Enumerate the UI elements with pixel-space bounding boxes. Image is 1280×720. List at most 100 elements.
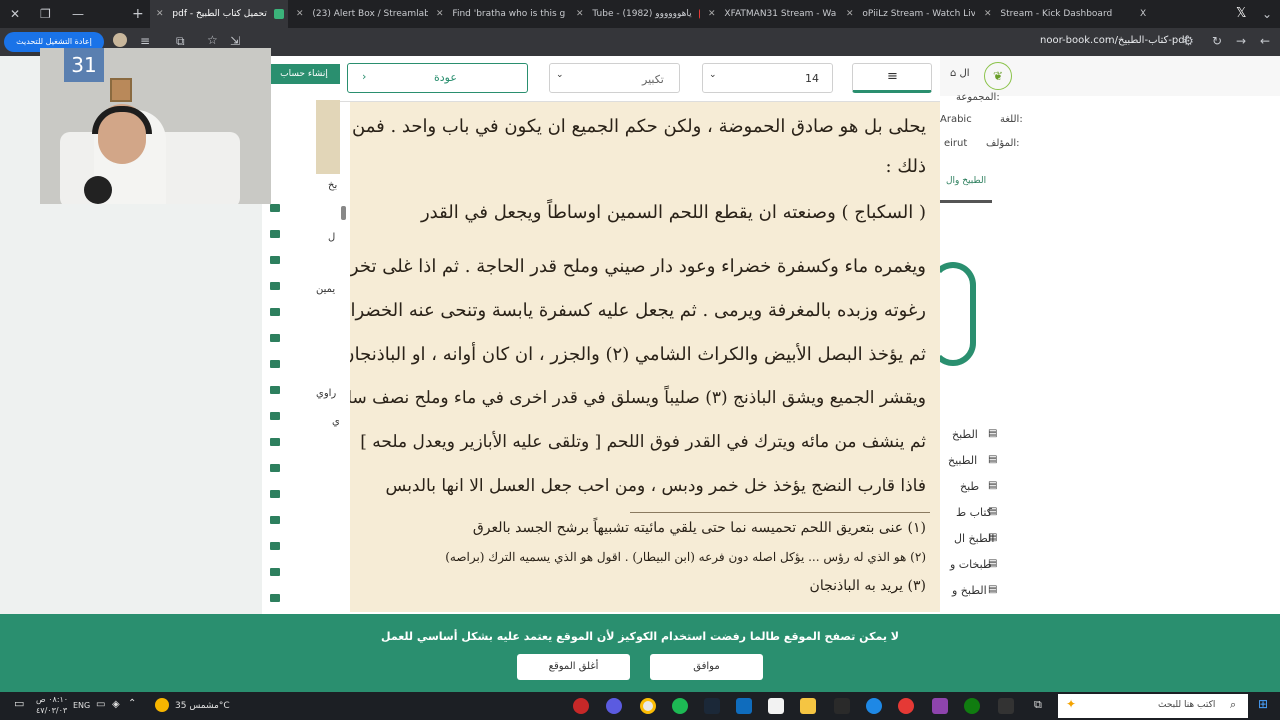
xbox-icon[interactable] [964,698,980,714]
page-number-select[interactable]: ⌄ 14 [702,63,833,93]
tab-kick-xfatman[interactable]: ✕ XFATMAN31 Stream - Wa [702,0,837,28]
outlook-icon[interactable] [736,698,752,714]
taskbar-search-box[interactable]: ✦ اكتب هنا للبحث ⌕ [1058,694,1248,718]
book-list-icon [270,568,280,576]
app-icon[interactable] [834,698,850,714]
cookie-banner: لا يمكن تصفح الموقع طالما رفضت استخدام ا… [0,614,1280,692]
carousel-scrollbar[interactable] [940,200,992,203]
close-window-icon[interactable]: ✕ [10,7,20,21]
tab-kick-dashboard[interactable]: ✕ Stream - Kick Dashboard [978,0,1113,28]
edge-icon[interactable] [866,698,882,714]
accept-label: موافق [693,661,720,672]
site-settings-icon[interactable]: ⚙ [1183,34,1194,48]
reload-icon[interactable]: ↻ [1212,34,1222,48]
store-icon[interactable] [768,698,784,714]
update-button-label: إعادة التشغيل للتحديث [16,37,92,46]
file-explorer-icon[interactable] [800,698,816,714]
browser-tab-bar: ✕ ❐ — + ✕ pdf - تحميل كتاب الطبيخ ✕ (23)… [0,0,1280,28]
left-fragment: يمين [316,284,336,295]
related-book-link[interactable]: كتاب ط [956,506,992,519]
app-icon[interactable] [573,698,589,714]
x-logo-icon[interactable]: 𝕏 [1236,6,1246,21]
weather-text[interactable]: مشمس 35°C [175,701,230,711]
meta-language-value: Arabic [940,114,972,125]
left-fragment: راوي [316,388,337,399]
book-list-icon [270,464,280,472]
clock-time[interactable]: ٠٨:١٠ ص [36,695,68,704]
search-icon: ⌕ [1230,698,1237,711]
spotify-icon[interactable] [672,698,688,714]
tab-search-icon[interactable]: ⌄ [1262,7,1272,21]
app-icon[interactable] [998,698,1014,714]
book-list-icon [270,490,280,498]
category-chip[interactable]: الطبيخ وال [946,176,986,186]
minimize-icon[interactable]: — [72,7,84,21]
app-icon[interactable] [606,698,622,714]
book-line: ثم ينشف من مائه ويترك في القدر فوق اللحم… [360,432,926,452]
book-list-icon [270,542,280,550]
related-book-link[interactable]: طبخ [960,480,979,493]
app-icon[interactable] [898,698,914,714]
menu-button[interactable]: ≡ [852,63,932,93]
app-icon[interactable] [932,698,948,714]
zoom-select[interactable]: ⌄ تكبير [549,63,680,93]
windows-start-icon[interactable]: ⊞ [1258,697,1268,711]
book-thumbnail[interactable] [316,100,340,174]
webcam-overlay: 31 [40,48,271,204]
book-list-icon [270,256,280,264]
tab-youtube[interactable]: ✕ Tube - (1982) ياهوووووو [570,0,700,28]
steam-icon[interactable] [704,698,720,714]
back-label: عودة [434,71,457,84]
related-book-link[interactable]: طبخات و [950,558,992,571]
tab-label: XFATMAN31 Stream - Wa [724,9,837,19]
related-book-link[interactable]: الطبيخ [948,454,977,467]
book-icon: ▤ [988,428,998,439]
tab-x[interactable]: X [1120,0,1160,28]
tab-kick-opiilz[interactable]: ✕ oPiiLz Stream - Watch Liv [840,0,975,28]
back-icon[interactable]: ← [1260,34,1270,48]
create-account-button[interactable]: إنشاء حساب [268,64,340,84]
related-book-link[interactable]: الطبخ [952,428,978,441]
tray-chevron-icon[interactable]: ⌃ [128,698,136,709]
tab-noor-book[interactable]: ✕ pdf - تحميل كتاب الطبيخ [150,0,288,28]
sun-icon [155,698,169,712]
accept-cookies-button[interactable]: موافق [650,654,763,680]
book-list-icon [270,308,280,316]
tab-tiktok[interactable]: ✕ Find 'bratha who is this g [430,0,568,28]
chevron-down-icon: ⌄ [556,70,564,80]
meta-group-label: المجموعة: [956,92,1000,103]
restore-icon[interactable]: ❐ [40,7,51,21]
close-site-button[interactable]: أغلق الموقع [517,654,630,680]
tab-label: Stream - Kick Dashboard [1000,9,1113,19]
close-site-label: أغلق الموقع [548,661,599,672]
network-icon[interactable]: ▭ [96,699,105,710]
chrome-icon[interactable] [640,698,656,714]
back-button[interactable]: › عودة [347,63,528,93]
site-header: ⌂ ال ❦ [940,56,1280,96]
book-icon: ▤ [988,454,998,465]
site-logo[interactable]: ❦ [984,62,1012,90]
cookie-message: لا يمكن تصفح الموقع طالما رفضت استخدام ا… [381,630,899,643]
forward-icon[interactable]: → [1236,34,1246,48]
profile-avatar[interactable] [113,33,127,47]
clock-date[interactable]: ٤٧/٠٣/٠٣ [36,706,67,715]
book-page: يحلى بل هو صادق الحموضة ، ولكن حكم الجمي… [350,102,940,612]
book-list-icon [270,412,280,420]
home-icon[interactable]: ⌂ ال [950,68,970,79]
new-tab-icon[interactable]: + [132,6,144,22]
book-line: ( السكباج ) وصنعته ان يقطع اللحم السمين … [420,202,926,223]
extensions-icon[interactable]: ⧉ [176,34,185,49]
viewer-scrollbar[interactable] [341,206,346,220]
share-icon[interactable]: ⇲ [230,34,240,48]
book-line: ويغمره ماء وكسفرة خضراء وعود دار صيني وم… [350,256,926,277]
book-list-icon [270,230,280,238]
volume-icon[interactable]: ◈ [112,699,120,710]
related-book-link[interactable]: الطبخ و [952,584,987,597]
language-indicator[interactable]: ENG [73,701,90,710]
notification-icon[interactable]: ▭ [14,697,24,710]
tab-streamlabs[interactable]: ✕ (23) Alert Box / Streamlab [290,0,428,28]
task-view-icon[interactable]: ⧉ [1034,698,1042,712]
url-text[interactable]: noor-book.com/كتاب-الطبيخ-pdf [1040,35,1188,46]
bookmark-star-icon[interactable]: ☆ [207,33,218,47]
menu-icon[interactable]: ≡ [140,34,150,48]
